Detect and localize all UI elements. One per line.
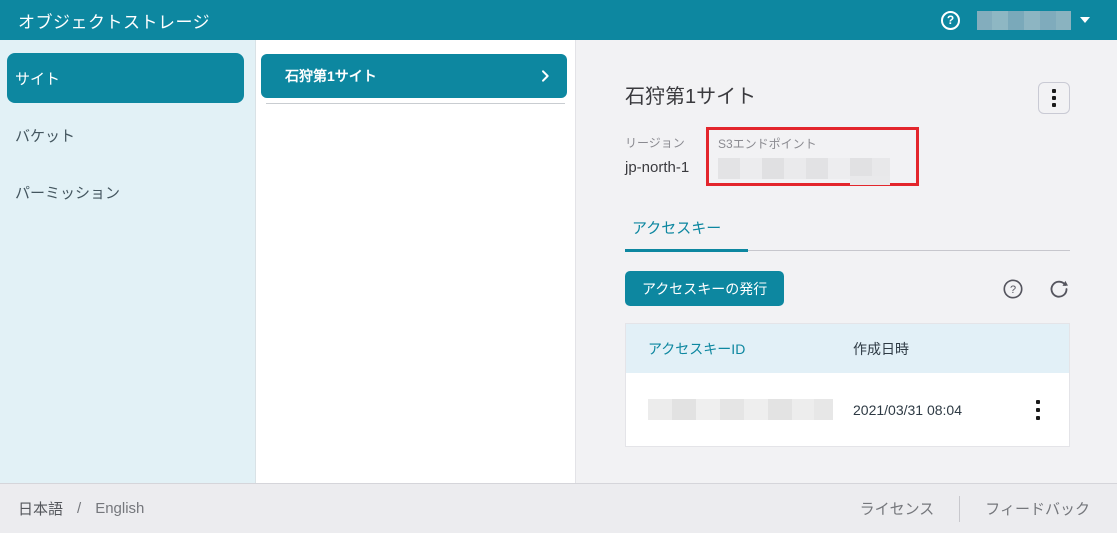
top-bar: オブジェクトストレージ ? — [0, 0, 1117, 40]
access-key-toolbar: アクセスキーの発行 ? — [625, 271, 1070, 306]
language-switcher: 日本語 / English — [18, 498, 144, 519]
region-value: jp-north-1 — [625, 159, 706, 176]
issue-access-key-button[interactable]: アクセスキーの発行 — [625, 271, 784, 306]
refresh-icon[interactable] — [1048, 278, 1070, 300]
language-english-link[interactable]: English — [95, 500, 144, 517]
sidebar-item-permission[interactable]: パーミッション — [0, 167, 255, 217]
language-separator: / — [77, 500, 81, 517]
site-meta: リージョン jp-north-1 S3エンドポイント — [625, 127, 1070, 186]
s3-endpoint-value-redacted — [718, 158, 907, 186]
help-circle-icon[interactable]: ? — [1002, 278, 1024, 300]
access-key-table: アクセスキーID 作成日時 2021/03/31 08:04 — [625, 323, 1070, 447]
site-detail-panel: 石狩第1サイト リージョン jp-north-1 S3エンドポイント アクセスキ… — [576, 40, 1117, 483]
main-layout: サイト バケット パーミッション 石狩第1サイト 石狩第1サイト リージョン j… — [0, 40, 1117, 483]
column-header-access-key-id: アクセスキーID — [626, 339, 853, 359]
access-key-id-redacted — [648, 399, 833, 420]
access-key-table-header: アクセスキーID 作成日時 — [626, 324, 1069, 373]
chevron-right-icon — [537, 68, 553, 84]
row-menu-kebab-icon[interactable] — [1032, 396, 1044, 424]
created-at-value: 2021/03/31 08:04 — [853, 402, 1007, 418]
site-detail-title: 石狩第1サイト — [625, 80, 756, 109]
footer-bar: 日本語 / English ライセンス フィードバック — [0, 483, 1117, 533]
sidebar-item-bucket[interactable]: バケット — [0, 110, 255, 160]
caret-down-icon[interactable] — [1080, 17, 1090, 23]
user-menu-redacted[interactable] — [977, 11, 1071, 30]
table-row: 2021/03/31 08:04 — [626, 373, 1069, 446]
sidebar-item-site[interactable]: サイト — [7, 53, 244, 103]
license-link[interactable]: ライセンス — [860, 498, 935, 519]
feedback-link[interactable]: フィードバック — [985, 498, 1090, 519]
footer-divider — [959, 496, 960, 522]
svg-text:?: ? — [1010, 284, 1016, 296]
s3-endpoint-highlight-box: S3エンドポイント — [706, 127, 919, 186]
region-label: リージョン — [625, 134, 706, 151]
s3-endpoint-label: S3エンドポイント — [718, 135, 907, 152]
app-title: オブジェクトストレージ — [18, 8, 210, 33]
site-list-divider — [266, 103, 565, 104]
language-japanese-link[interactable]: 日本語 — [18, 498, 63, 519]
topbar-actions: ? — [941, 11, 1090, 30]
tab-access-keys[interactable]: アクセスキー — [625, 217, 748, 252]
site-menu-kebab-icon[interactable] — [1038, 82, 1070, 114]
site-list-item-label: 石狩第1サイト — [285, 66, 377, 86]
help-icon[interactable]: ? — [941, 11, 960, 30]
detail-tabs: アクセスキー — [625, 217, 1070, 251]
sidebar-nav: サイト バケット パーミッション — [0, 40, 256, 483]
site-list-panel: 石狩第1サイト — [256, 40, 576, 483]
site-list-item[interactable]: 石狩第1サイト — [261, 54, 567, 98]
column-header-created-at: 作成日時 — [853, 339, 1007, 359]
